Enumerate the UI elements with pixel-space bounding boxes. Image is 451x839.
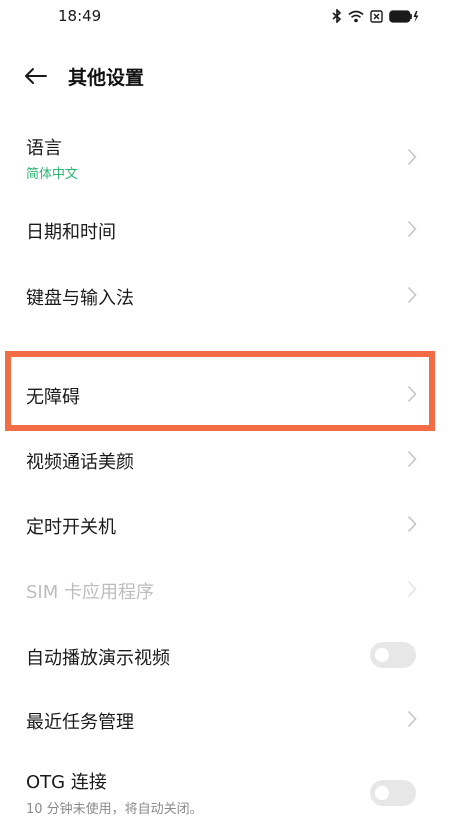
otg-toggle[interactable] — [370, 780, 416, 806]
highlight-box — [5, 351, 435, 431]
date-time-label: 日期和时间 — [26, 222, 116, 243]
auto-play-demo-toggle[interactable] — [370, 642, 416, 668]
chevron-right-icon — [407, 515, 417, 533]
recent-tasks-item[interactable]: 最近任务管理 — [0, 694, 451, 744]
keyboard-input-item[interactable]: 键盘与输入法 — [0, 270, 451, 320]
toggle-knob — [375, 786, 389, 800]
chevron-right-icon — [407, 148, 417, 166]
chevron-right-icon — [407, 450, 417, 468]
video-call-beauty-label: 视频通话美颜 — [26, 452, 134, 473]
otg-item: OTG 连接 10 分钟未使用，将自动关闭。 — [0, 758, 451, 824]
otg-label: OTG 连接 — [26, 772, 107, 793]
status-time: 18:49 — [58, 7, 102, 25]
status-icons — [332, 9, 419, 23]
scheduled-power-label: 定时开关机 — [26, 517, 116, 538]
wifi-icon — [348, 10, 364, 23]
sim-x-icon — [370, 9, 383, 23]
toggle-knob — [375, 648, 389, 662]
language-label: 语言 — [26, 138, 62, 159]
language-item[interactable]: 语言 简体中文 — [0, 126, 451, 192]
video-call-beauty-item[interactable]: 视频通话美颜 — [0, 434, 451, 484]
sim-toolkit-item: SIM 卡应用程序 — [0, 564, 451, 614]
battery-charging-icon — [389, 9, 419, 23]
date-time-item[interactable]: 日期和时间 — [0, 204, 451, 254]
recent-tasks-label: 最近任务管理 — [26, 712, 134, 733]
settings-screen: 18:49 其他设置 语言 简体中文 日期和时间 键盘与输入法 无障碍 视频通话… — [0, 0, 451, 839]
sim-toolkit-label: SIM 卡应用程序 — [26, 582, 154, 603]
chevron-right-icon — [407, 286, 417, 304]
scheduled-power-item[interactable]: 定时开关机 — [0, 499, 451, 549]
keyboard-input-label: 键盘与输入法 — [26, 288, 134, 309]
page-title: 其他设置 — [68, 67, 145, 89]
status-bar: 18:49 — [0, 0, 451, 36]
bluetooth-icon — [332, 9, 342, 23]
arrow-left-icon[interactable] — [22, 64, 48, 88]
chevron-right-icon — [407, 710, 417, 728]
language-value: 简体中文 — [26, 167, 79, 182]
chevron-right-icon — [407, 580, 417, 598]
otg-hint: 10 分钟未使用，将自动关闭。 — [26, 802, 203, 817]
header: 其他设置 — [0, 52, 451, 100]
chevron-right-icon — [407, 220, 417, 238]
auto-play-demo-item: 自动播放演示视频 — [0, 630, 451, 680]
auto-play-demo-label: 自动播放演示视频 — [26, 648, 170, 669]
